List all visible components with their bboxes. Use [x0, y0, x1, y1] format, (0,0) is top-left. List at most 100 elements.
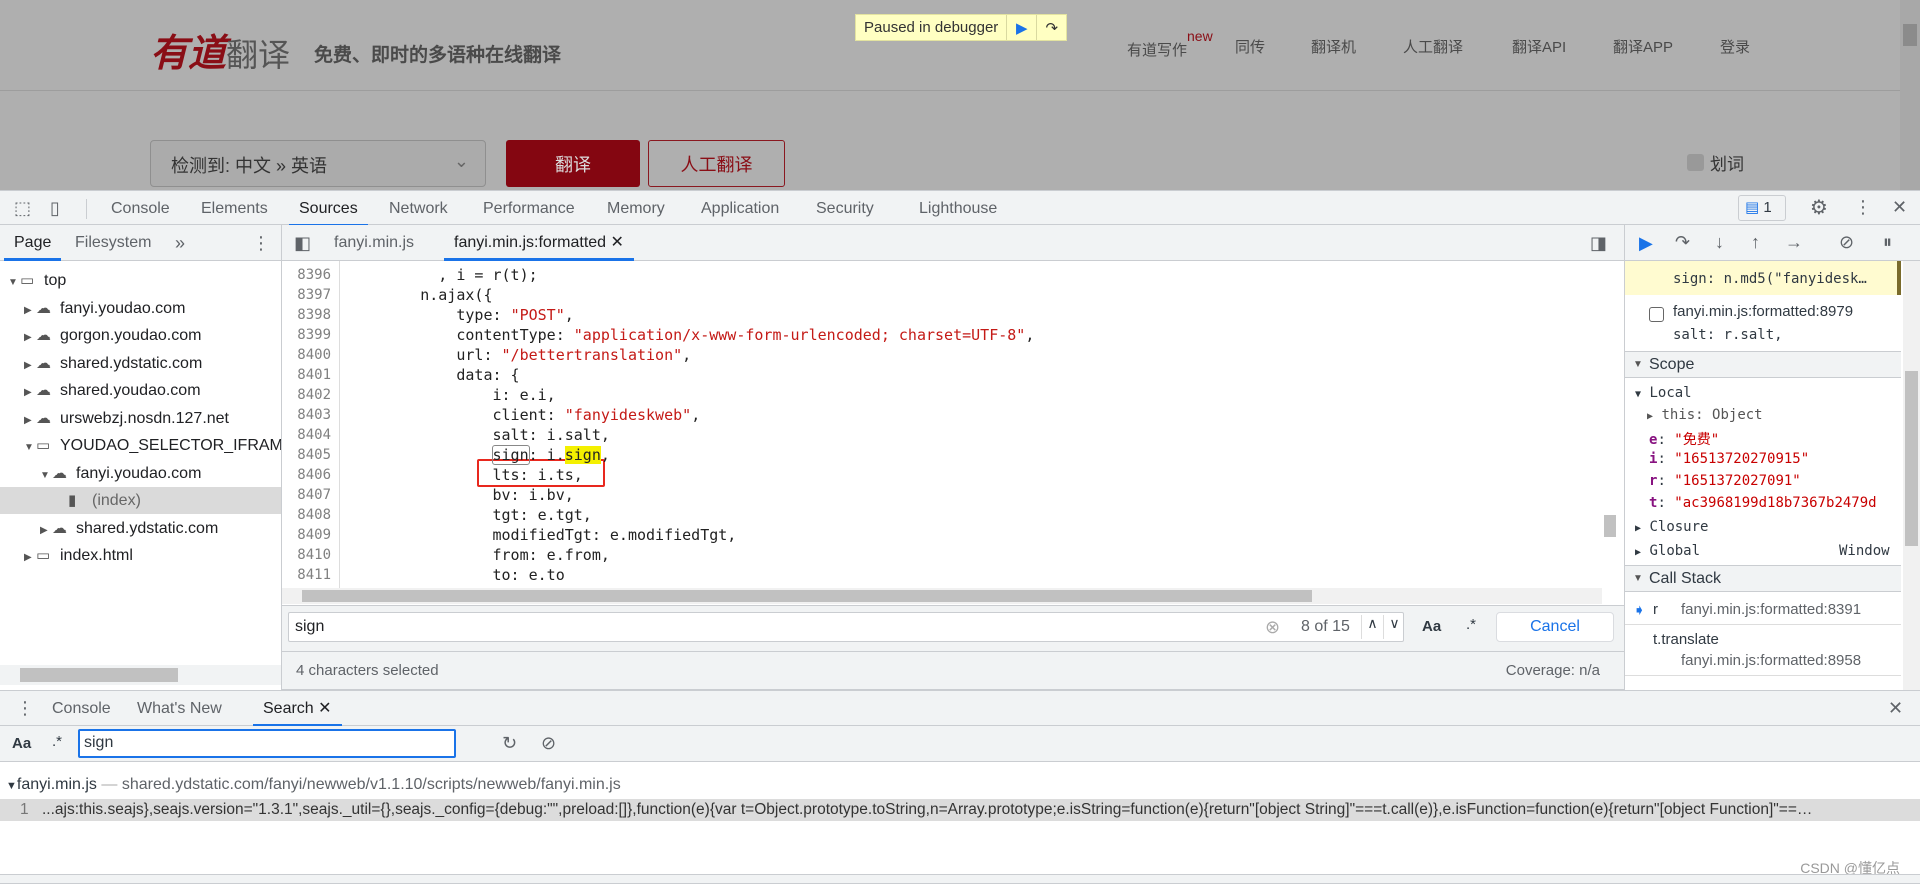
nav-api[interactable]: 翻译API — [1512, 36, 1566, 57]
more-vert-icon[interactable]: ⋮ — [252, 234, 270, 252]
drawer-tab-whats-new[interactable]: What's New — [137, 691, 222, 726]
code-line[interactable]: modifiedTgt: e.modifiedTgt, — [348, 525, 736, 545]
step-icon[interactable]: → — [1785, 233, 1803, 251]
device-toolbar-icon[interactable]: ▯ — [50, 199, 60, 217]
breakpoint-checkbox[interactable] — [1649, 307, 1664, 322]
collapsed-triangle-icon[interactable]: ▶ — [24, 407, 36, 432]
collapsed-triangle-icon[interactable]: ▶ — [24, 324, 36, 349]
code-line[interactable]: to: e.to — [348, 565, 564, 585]
tab-memory[interactable]: Memory — [607, 191, 665, 226]
page-scrollbar[interactable] — [1900, 0, 1920, 190]
tree-item[interactable]: ▶ ☁ shared.youdao.com — [0, 377, 281, 404]
match-case-button[interactable]: Aa — [12, 735, 31, 752]
collapsed-triangle-icon[interactable]: ▶ — [24, 544, 36, 569]
gear-icon[interactable]: ⚙ — [1810, 198, 1828, 218]
language-select[interactable]: 检测到: 中文 » 英语 ⌄ — [150, 140, 486, 187]
pause-exceptions-icon[interactable]: ⏸ — [1883, 233, 1892, 251]
line-number[interactable]: 8402 — [297, 387, 331, 403]
collapsed-triangle-icon[interactable]: ▶ — [40, 517, 52, 542]
sidebar-scrollbar[interactable] — [1903, 261, 1920, 690]
line-number[interactable]: 8406 — [297, 467, 331, 483]
search-result-row[interactable]: 1 ...ajs:this.seajs},seajs.version="1.3.… — [0, 799, 1920, 821]
clear-search-icon[interactable]: ⊗ — [1265, 617, 1280, 638]
tree-item[interactable]: ▶ ☁ gorgon.youdao.com — [0, 322, 281, 349]
line-number[interactable]: 8399 — [297, 327, 331, 343]
nav-writing[interactable]: 有道写作new — [1127, 28, 1213, 60]
line-number[interactable]: 8398 — [297, 307, 331, 323]
deactivate-breakpoints-icon[interactable]: ⊘ — [1839, 233, 1854, 251]
tree-item[interactable]: ▶ ☁ shared.ydstatic.com — [0, 515, 281, 542]
human-translate-button[interactable]: 人工翻译 — [648, 140, 785, 187]
tab-performance[interactable]: Performance — [483, 191, 575, 226]
tab-lighthouse[interactable]: Lighthouse — [919, 191, 997, 226]
nav-login[interactable]: 登录 — [1720, 36, 1750, 57]
refresh-icon[interactable]: ↻ — [502, 734, 517, 752]
editor-tab-active[interactable]: fanyi.min.js:formatted ✕ — [444, 225, 634, 261]
line-number[interactable]: 8411 — [297, 567, 331, 583]
translate-button[interactable]: 翻译 — [506, 140, 640, 187]
code-line[interactable]: data: { — [348, 365, 519, 385]
tab-sources[interactable]: Sources — [289, 191, 368, 227]
tab-filesystem[interactable]: Filesystem — [75, 225, 151, 260]
tab-page[interactable]: Page — [3, 225, 62, 261]
callstack-header[interactable]: Call Stack — [1625, 565, 1901, 592]
editor-hscrollbar[interactable] — [282, 588, 1602, 604]
code-line[interactable]: client: "fanyideskweb", — [348, 405, 700, 425]
line-number[interactable]: 8407 — [297, 487, 331, 503]
breakpoint-item-active[interactable]: sign: n.md5("fanyidesk… — [1625, 261, 1901, 295]
tree-item[interactable]: ▶ ☁ shared.ydstatic.com — [0, 350, 281, 377]
line-number[interactable]: 8396 — [297, 267, 331, 283]
line-number[interactable]: 8405 — [297, 447, 331, 463]
tree-item[interactable]: ▶ ☁ urswebzj.nosdn.127.net — [0, 405, 281, 432]
scope-variable[interactable]: i: "16513720270915" — [1649, 451, 1809, 467]
step-over-icon[interactable]: ↷ — [1675, 233, 1690, 251]
step-into-icon[interactable]: ↓ — [1715, 233, 1724, 251]
cancel-button[interactable]: Cancel — [1496, 612, 1614, 642]
call-frame[interactable]: t.translate fanyi.min.js:formatted:8958 — [1625, 626, 1901, 676]
collapsed-triangle-icon[interactable]: ▶ — [24, 379, 36, 404]
tree-item[interactable]: ▮ (index) — [0, 487, 281, 514]
resume-icon[interactable]: ▶ — [1006, 15, 1036, 40]
call-frame-current[interactable]: ➧ r fanyi.min.js:formatted:8391 — [1625, 595, 1901, 625]
close-tab-icon[interactable]: ✕ — [611, 234, 624, 251]
code-line[interactable]: from: e.from, — [348, 545, 609, 565]
tree-item[interactable]: ▼ ▭ YOUDAO_SELECTOR_IFRAME — [0, 432, 281, 459]
tree-item[interactable]: ▶ ▭ index.html — [0, 542, 281, 569]
toggle-debugger-icon[interactable]: ◨ — [1590, 234, 1607, 252]
scope-variable[interactable]: t: "ac3968199d18b7367b2479d — [1649, 495, 1877, 511]
regex-button[interactable]: .* — [1466, 616, 1476, 633]
tree-item[interactable]: ▼ ☁ fanyi.youdao.com — [0, 460, 281, 487]
code-line[interactable]: tgt: e.tgt, — [348, 505, 591, 525]
scope-global[interactable]: ▶ Global — [1635, 543, 1700, 559]
expanded-triangle-icon[interactable]: ▼ — [40, 462, 52, 487]
resume-icon[interactable]: ▶ — [1639, 234, 1653, 252]
tree-item[interactable]: ▶ ☁ fanyi.youdao.com — [0, 295, 281, 322]
tab-security[interactable]: Security — [816, 191, 874, 226]
code-line[interactable]: contentType: "application/x-www-form-url… — [348, 325, 1034, 345]
tree-item[interactable]: ▼ ▭ top — [0, 267, 281, 294]
scope-variable[interactable]: e: "免费" — [1649, 429, 1719, 449]
close-drawer-icon[interactable]: ✕ — [1888, 699, 1903, 717]
word-select-toggle[interactable]: 划词 — [1687, 150, 1744, 175]
drawer-tab-search[interactable]: Search ✕ — [253, 691, 342, 727]
regex-button[interactable]: .* — [52, 733, 62, 750]
nav-app[interactable]: 翻译APP — [1613, 36, 1673, 57]
checkbox-icon[interactable] — [1687, 154, 1704, 171]
tab-application[interactable]: Application — [701, 191, 779, 226]
close-tab-icon[interactable]: ✕ — [318, 700, 331, 717]
tab-network[interactable]: Network — [389, 191, 448, 226]
expanded-triangle-icon[interactable]: ▼ — [8, 269, 20, 294]
line-number[interactable]: 8404 — [297, 427, 331, 443]
code-line[interactable]: , i = r(t); — [348, 265, 537, 285]
find-input[interactable]: sign ⊗ 8 of 15 ∧ ∨ — [288, 612, 1404, 642]
youdao-logo[interactable]: 有道翻译 — [150, 22, 290, 77]
line-number[interactable]: 8397 — [297, 287, 331, 303]
scope-closure[interactable]: ▶ Closure — [1635, 519, 1708, 535]
code-line[interactable]: sign: i.sign, — [348, 445, 610, 465]
tab-console[interactable]: Console — [111, 191, 170, 226]
nav-simultaneous[interactable]: 同传 — [1235, 36, 1265, 57]
line-number[interactable]: 8400 — [297, 347, 331, 363]
scope-variable[interactable]: r: "1651372027091" — [1649, 473, 1801, 489]
previous-match-icon[interactable]: ∧ — [1361, 615, 1383, 639]
nav-device[interactable]: 翻译机 — [1311, 36, 1356, 57]
